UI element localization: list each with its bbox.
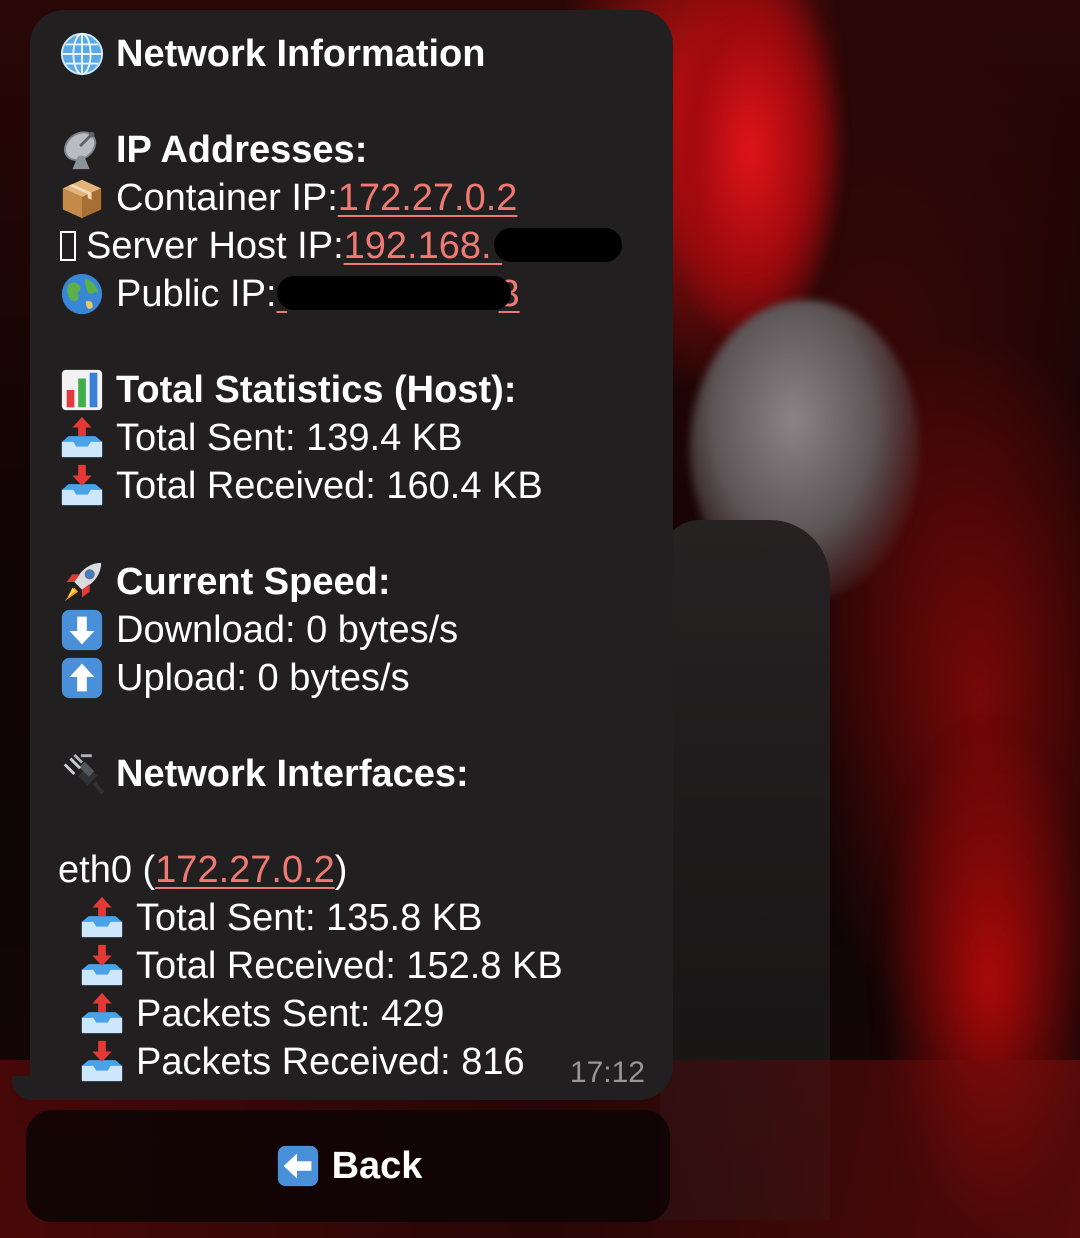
inbox-tray-icon xyxy=(78,1038,126,1086)
iface-packets-received: Packets Received: 816 xyxy=(136,1041,525,1083)
message-timestamp: 17:12 xyxy=(569,1056,645,1089)
host-total-sent: Total Sent: 139.4 KB xyxy=(116,417,463,459)
server-ip-link[interactable]: 192.168. xyxy=(344,225,492,267)
message-title: Network Information xyxy=(116,33,486,75)
stats-section-header: Total Statistics (Host): xyxy=(116,369,517,411)
container-ip-row: Container IP: 172.27.0.2 xyxy=(58,174,645,222)
outbox-tray-icon xyxy=(58,414,106,462)
wallpaper-red-hair xyxy=(660,0,840,340)
interfaces-section-header-row: Network Interfaces: xyxy=(58,750,645,798)
ip-section-header-row: IP Addresses: xyxy=(58,126,645,174)
public-ip-row: Public IP: 3 xyxy=(58,270,645,318)
speed-section-header: Current Speed: xyxy=(116,561,391,603)
bar-chart-icon xyxy=(58,366,106,414)
server-ip-redaction xyxy=(493,228,622,262)
host-total-received: Total Received: 160.4 KB xyxy=(116,465,543,507)
left-arrow-icon xyxy=(274,1142,322,1190)
interface-ip-link[interactable]: 172.27.0.2 xyxy=(155,846,335,894)
iface-total-received-row: Total Received: 152.8 KB xyxy=(58,942,645,990)
down-arrow-icon xyxy=(58,606,106,654)
missing-glyph-icon xyxy=(60,231,76,261)
public-ip-redacted-wrap: 3 xyxy=(276,270,520,318)
container-ip-link[interactable]: 172.27.0.2 xyxy=(338,174,518,222)
speed-section-header-row: Current Speed: xyxy=(58,558,645,606)
public-ip-label: Public IP: xyxy=(116,273,277,315)
electric-plug-icon xyxy=(58,750,106,798)
stats-section-header-row: Total Statistics (Host): xyxy=(58,366,645,414)
container-ip-label: Container IP: xyxy=(116,177,338,219)
download-speed-row: Download: 0 bytes/s xyxy=(58,606,645,654)
outbox-tray-icon xyxy=(78,990,126,1038)
interface-name: eth0 ( xyxy=(58,849,156,891)
satellite-antenna-icon xyxy=(58,126,106,174)
iface-packets-sent: Packets Sent: 429 xyxy=(136,993,445,1035)
message-bubble[interactable]: Network Information IP Addresses: Contai… xyxy=(30,10,673,1100)
iface-total-received: Total Received: 152.8 KB xyxy=(136,945,563,987)
public-ip-redaction xyxy=(276,276,511,310)
download-speed: Download: 0 bytes/s xyxy=(116,609,459,651)
back-button-label: Back xyxy=(331,1144,423,1187)
upload-speed-row: Upload: 0 bytes/s xyxy=(58,654,645,702)
globe-with-meridians-icon xyxy=(58,30,106,78)
upload-speed: Upload: 0 bytes/s xyxy=(116,657,410,699)
earth-globe-icon xyxy=(58,270,106,318)
interface-name-row: eth0 ( 172.27.0.2 ) xyxy=(58,846,645,894)
iface-packets-received-row: Packets Received: 816 xyxy=(58,1038,645,1086)
package-icon xyxy=(58,174,106,222)
ip-section-header: IP Addresses: xyxy=(116,129,368,171)
host-total-received-row: Total Received: 160.4 KB xyxy=(58,462,645,510)
back-button[interactable]: Back xyxy=(26,1110,670,1222)
iface-total-sent: Total Sent: 135.8 KB xyxy=(136,897,483,939)
inbox-tray-icon xyxy=(58,462,106,510)
iface-packets-sent-row: Packets Sent: 429 xyxy=(58,990,645,1038)
interfaces-section-header: Network Interfaces: xyxy=(116,753,469,795)
outbox-tray-icon xyxy=(78,894,126,942)
rocket-icon xyxy=(58,558,106,606)
up-arrow-icon xyxy=(58,654,106,702)
server-ip-label: Server Host IP: xyxy=(86,225,344,267)
server-ip-redacted-wrap: 192.168. xyxy=(344,222,622,270)
inbox-tray-icon xyxy=(78,942,126,990)
host-total-sent-row: Total Sent: 139.4 KB xyxy=(58,414,645,462)
iface-total-sent-row: Total Sent: 135.8 KB xyxy=(58,894,645,942)
interface-name-close: ) xyxy=(334,849,348,891)
message-title-row: Network Information xyxy=(58,30,645,78)
server-ip-row: Server Host IP: 192.168. xyxy=(58,222,645,270)
